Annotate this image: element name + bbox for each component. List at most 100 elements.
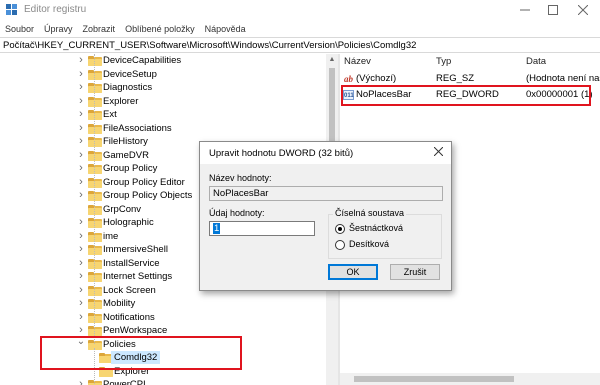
tree-item-label[interactable]: ImmersiveShell [103, 243, 168, 256]
folder-icon [88, 56, 102, 66]
tree-item-label[interactable]: Group Policy Objects [103, 189, 192, 202]
value-name: (Výchozí) [356, 73, 397, 84]
value-type: REG_SZ [436, 73, 475, 84]
chevron-right-icon[interactable]: › [76, 81, 86, 94]
tree-item-label[interactable]: DeviceCapabilities [103, 54, 181, 67]
tree-guide-line [94, 54, 95, 344]
tree-item[interactable]: › DeviceSetup [0, 68, 326, 81]
folder-icon [88, 83, 102, 93]
folder-icon [88, 218, 102, 228]
chevron-right-icon[interactable]: › [76, 135, 86, 148]
maximize-icon [548, 5, 558, 15]
chevron-right-icon[interactable]: › [76, 68, 86, 81]
tree-item[interactable]: › FileAssociations [0, 122, 326, 135]
folder-icon [88, 231, 102, 242]
tree-item-label[interactable]: Holographic [103, 216, 154, 229]
tree-item-label[interactable]: GrpConv [103, 203, 141, 216]
dialog-close-button[interactable] [429, 145, 447, 161]
cancel-button[interactable]: Zrušit [390, 264, 440, 280]
chevron-right-icon[interactable]: › [76, 378, 86, 385]
tree-item-label[interactable]: Ext [103, 108, 117, 121]
radio-hex[interactable] [335, 224, 345, 234]
column-header-data[interactable]: Data [526, 54, 546, 69]
close-icon [578, 5, 588, 15]
column-header-name[interactable]: Název [344, 54, 371, 69]
tree-item-label[interactable]: FileAssociations [103, 122, 172, 135]
minimize-button[interactable] [510, 0, 540, 20]
tree-item-label[interactable]: Mobility [103, 297, 135, 310]
scroll-up-icon[interactable]: ▲ [326, 54, 338, 66]
highlight-box-policies [40, 336, 242, 370]
value-data-label: Údaj hodnoty: [209, 208, 265, 218]
chevron-right-icon[interactable]: › [76, 270, 86, 283]
chevron-right-icon[interactable]: › [76, 122, 86, 135]
address-bar[interactable]: Počítač\HKEY_CURRENT_USER\Software\Micro… [0, 37, 600, 53]
tree-item[interactable]: › Notifications [0, 311, 326, 324]
folder-icon [88, 137, 102, 147]
folder-icon [88, 110, 102, 120]
tree-item-label[interactable]: GameDVR [103, 149, 149, 162]
folder-icon [88, 245, 102, 255]
scroll-thumb[interactable] [354, 376, 514, 382]
tree-item-label[interactable]: Notifications [103, 311, 155, 324]
tree-item-label[interactable]: PowerCPL [103, 378, 148, 385]
chevron-right-icon[interactable]: › [76, 189, 86, 202]
tree-item[interactable]: › Explorer [0, 95, 326, 108]
chevron-right-icon[interactable]: › [76, 297, 86, 310]
menu-file[interactable]: Soubor [5, 22, 34, 36]
radio-decimal-label[interactable]: Desítková [349, 239, 389, 249]
menu-edit[interactable]: Úpravy [44, 22, 73, 36]
value-data-text: 1 [213, 223, 221, 234]
tree-item-label[interactable]: Internet Settings [103, 270, 172, 283]
tree-item-label[interactable]: Lock Screen [103, 284, 156, 297]
chevron-right-icon[interactable]: › [76, 216, 86, 229]
chevron-right-icon[interactable]: › [76, 230, 86, 243]
value-data: (Hodnota není nas [526, 73, 600, 84]
folder-icon [88, 258, 102, 269]
tree-item[interactable]: › DeviceCapabilities [0, 54, 326, 67]
chevron-right-icon[interactable]: › [76, 162, 86, 175]
tree-item-label[interactable]: ime [103, 230, 118, 243]
folder-icon [88, 285, 102, 296]
radio-hex-label[interactable]: Šestnáctková [349, 223, 403, 233]
chevron-right-icon[interactable]: › [76, 54, 86, 67]
tree-item-label[interactable]: DeviceSetup [103, 68, 157, 81]
folder-icon [88, 380, 102, 385]
column-header-type[interactable]: Typ [436, 54, 451, 69]
chevron-right-icon[interactable]: › [76, 284, 86, 297]
menu-favorites[interactable]: Oblíbené položky [125, 22, 195, 36]
value-row[interactable]: ab (Výchozí) REG_SZ (Hodnota není nas [340, 72, 600, 85]
menu-help[interactable]: Nápověda [205, 22, 246, 36]
close-icon [433, 146, 443, 157]
tree-item-label[interactable]: InstallService [103, 257, 160, 270]
chevron-right-icon[interactable]: › [76, 176, 86, 189]
tree-item[interactable]: › Diagnostics [0, 81, 326, 94]
tree-item[interactable]: › Mobility [0, 297, 326, 310]
tree-item[interactable]: › PowerCPL [0, 378, 326, 385]
ok-button[interactable]: OK [328, 264, 378, 280]
tree-item-label[interactable]: Explorer [103, 95, 138, 108]
window-title: Editor registru [24, 4, 87, 15]
tree-item-label[interactable]: FileHistory [103, 135, 148, 148]
chevron-right-icon[interactable]: › [76, 108, 86, 121]
folder-icon [88, 272, 102, 282]
base-groupbox: Číselná soustava Šestnáctková Desítková [328, 208, 442, 259]
tree-item-label[interactable]: Group Policy Editor [103, 176, 185, 189]
chevron-right-icon[interactable]: › [76, 149, 86, 162]
values-horizontal-scrollbar[interactable] [340, 373, 600, 385]
chevron-right-icon[interactable]: › [76, 311, 86, 324]
close-button[interactable] [568, 0, 598, 20]
folder-icon [88, 312, 102, 323]
edit-dword-dialog: Upravit hodnotu DWORD (32 bitů) Název ho… [199, 141, 452, 291]
tree-item-label[interactable]: Group Policy [103, 162, 157, 175]
chevron-right-icon[interactable]: › [76, 243, 86, 256]
chevron-right-icon[interactable]: › [76, 95, 86, 108]
maximize-button[interactable] [538, 0, 568, 20]
radio-decimal[interactable] [335, 240, 345, 250]
tree-item[interactable]: › Ext [0, 108, 326, 121]
menu-view[interactable]: Zobrazit [83, 22, 116, 36]
chevron-right-icon[interactable]: › [76, 257, 86, 270]
value-data-field[interactable]: 1 [209, 221, 315, 236]
tree-item-label[interactable]: Diagnostics [103, 81, 152, 94]
highlight-box-value [341, 85, 591, 106]
